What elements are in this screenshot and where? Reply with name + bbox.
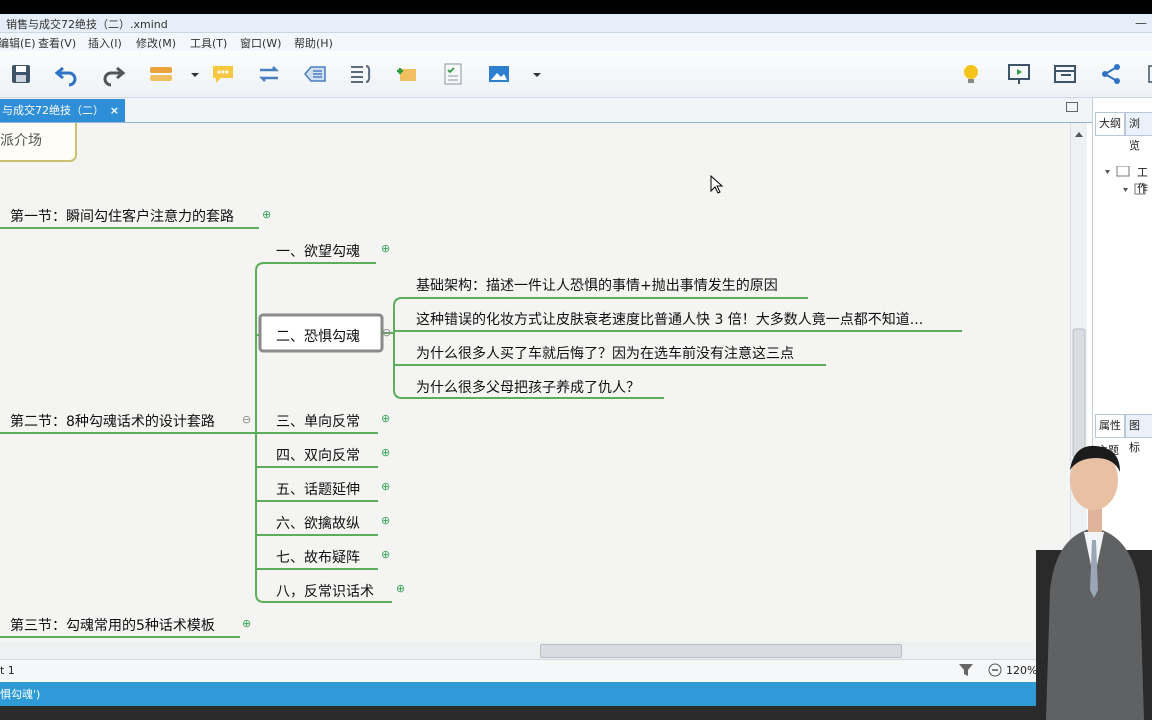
subtopic-parents-example[interactable]: 为什么很多父母把孩子养成了仇人？ bbox=[416, 377, 640, 397]
image-dropdown-icon[interactable] bbox=[524, 61, 541, 87]
subtopic-makeup-example[interactable]: 这种错误的化妆方式让皮肤衰老速度比普通人快 3 倍！大多数人竟一点都不知道... bbox=[416, 309, 923, 329]
xmind-window: 销售与成交72绝技（二）.xmind — 编辑(E) 查看(V) 插入(I) 修… bbox=[0, 14, 1152, 720]
outline-root-item[interactable]: 工作 bbox=[1137, 164, 1152, 196]
partial-top-node[interactable]: 派介场 bbox=[0, 130, 42, 150]
share-icon[interactable] bbox=[1098, 61, 1124, 87]
close-tab-icon[interactable]: × bbox=[110, 99, 119, 122]
outline-tab[interactable]: 大纲 bbox=[1095, 112, 1125, 136]
branch-desire-hook[interactable]: 一、欲望勾魂 bbox=[276, 241, 360, 261]
save-icon[interactable] bbox=[8, 61, 34, 87]
branch-play-hard-to-get[interactable]: 六、欲擒故纵 bbox=[276, 513, 360, 533]
collapse-icon[interactable]: ⊖ bbox=[242, 413, 251, 426]
summary-icon[interactable] bbox=[348, 61, 374, 87]
presenter-video-overlay bbox=[1036, 445, 1152, 720]
document-tab[interactable]: 与成交72绝技（二） × bbox=[0, 99, 125, 122]
section-2-topic[interactable]: 第二节：8种勾魂话术的设计套路 bbox=[10, 411, 215, 431]
subtopic-car-example[interactable]: 为什么很多人买了车就后悔了？因为在选车前没有注意这三点 bbox=[416, 343, 794, 363]
expand-icon[interactable]: ⊕ bbox=[381, 548, 390, 561]
expand-icon[interactable]: ⊕ bbox=[381, 514, 390, 527]
menu-modify[interactable]: 修改(M) bbox=[136, 35, 176, 51]
sheet-status-row: t 1 120% bbox=[0, 659, 1092, 682]
relationship-icon[interactable] bbox=[256, 61, 282, 87]
bottom-strip bbox=[0, 706, 1152, 720]
expand-icon[interactable]: ⊕ bbox=[381, 242, 390, 255]
maximize-editor-icon[interactable] bbox=[1066, 102, 1078, 112]
horizontal-scrollbar[interactable] bbox=[0, 641, 1086, 659]
window-title: 销售与成交72绝技（二）.xmind bbox=[6, 18, 168, 31]
menu-edit[interactable]: 编辑(E) bbox=[0, 35, 36, 51]
horizontal-scroll-thumb[interactable] bbox=[540, 644, 902, 658]
sheet-tab[interactable]: t 1 bbox=[0, 664, 15, 677]
expand-icon[interactable]: ⊕ bbox=[396, 582, 405, 595]
document-tab-label: 与成交72绝技（二） bbox=[2, 104, 104, 117]
expand-icon[interactable]: ⊕ bbox=[262, 208, 271, 221]
branch-fear-hook-selected[interactable]: 二、恐惧勾魂 bbox=[276, 326, 360, 346]
properties-tab[interactable]: 属性 bbox=[1095, 414, 1125, 438]
branch-two-way-anomaly[interactable]: 四、双向反常 bbox=[276, 445, 360, 465]
undo-icon[interactable] bbox=[54, 61, 80, 87]
zoom-level[interactable]: 120% bbox=[1006, 664, 1037, 677]
menu-bar: 编辑(E) 查看(V) 插入(I) 修改(M) 工具(T) 窗口(W) 帮助(H… bbox=[0, 33, 1152, 51]
panel-toggle-icon[interactable] bbox=[1140, 61, 1152, 87]
toolbar bbox=[0, 51, 1152, 98]
mouse-cursor-icon bbox=[710, 175, 724, 194]
layout-icon[interactable] bbox=[1052, 61, 1078, 87]
presentation-icon[interactable] bbox=[1006, 61, 1032, 87]
zoom-out-icon[interactable] bbox=[988, 663, 1002, 677]
topic-dropdown-icon[interactable] bbox=[182, 61, 199, 87]
minimize-button[interactable]: — bbox=[1128, 14, 1152, 32]
menu-view[interactable]: 查看(V) bbox=[38, 35, 76, 51]
menu-tools[interactable]: 工具(T) bbox=[190, 35, 227, 51]
section-3-topic[interactable]: 第三节：勾魂常用的5种话术模板 bbox=[10, 615, 215, 635]
idea-icon[interactable] bbox=[958, 61, 984, 87]
callout-icon[interactable] bbox=[210, 61, 236, 87]
branch-counter-common-sense[interactable]: 八，反常识话术 bbox=[276, 581, 374, 601]
expand-icon[interactable]: ⊕ bbox=[242, 617, 251, 630]
branch-one-way-anomaly[interactable]: 三、单向反常 bbox=[276, 411, 360, 431]
label-icon[interactable] bbox=[394, 61, 420, 87]
branch-topic-extension[interactable]: 五、话题延伸 bbox=[276, 479, 360, 499]
task-icon[interactable] bbox=[440, 61, 466, 87]
editor-tab-bar: 与成交72绝技（二） × bbox=[0, 98, 1092, 123]
filter-icon[interactable] bbox=[958, 662, 974, 678]
branch-set-suspense[interactable]: 七、故布疑阵 bbox=[276, 547, 360, 567]
menu-insert[interactable]: 插入(I) bbox=[88, 35, 122, 51]
expand-icon[interactable]: ⊕ bbox=[381, 480, 390, 493]
section-1-topic[interactable]: 第一节：瞬间勾住客户注意力的套路 bbox=[10, 206, 234, 226]
expand-icon[interactable]: ⊕ bbox=[381, 412, 390, 425]
boundary-icon[interactable] bbox=[302, 61, 328, 87]
overview-tab[interactable]: 浏览 bbox=[1125, 112, 1152, 152]
menu-window[interactable]: 窗口(W) bbox=[240, 35, 281, 51]
selection-status: 惧勾魂') bbox=[0, 688, 41, 701]
mindmap-canvas[interactable]: 派介场 第一节：瞬间勾住客户注意力的套路 ⊕ 第二节：8种勾魂话术的设计套路 ⊖… bbox=[0, 123, 1070, 641]
redo-icon[interactable] bbox=[100, 61, 126, 87]
menu-help[interactable]: 帮助(H) bbox=[294, 35, 333, 51]
status-bar: 惧勾魂') bbox=[0, 682, 1152, 706]
icons-tab[interactable]: 图标 bbox=[1125, 414, 1152, 454]
topic-icon[interactable] bbox=[148, 61, 174, 87]
image-icon[interactable] bbox=[486, 61, 512, 87]
collapse-icon[interactable]: ⊖ bbox=[382, 326, 391, 339]
title-bar: 销售与成交72绝技（二）.xmind — bbox=[0, 14, 1152, 33]
subtopic-basic-structure[interactable]: 基础架构：描述一件让人恐惧的事情+抛出事情发生的原因 bbox=[416, 275, 778, 295]
expand-icon[interactable]: ⊕ bbox=[381, 446, 390, 459]
